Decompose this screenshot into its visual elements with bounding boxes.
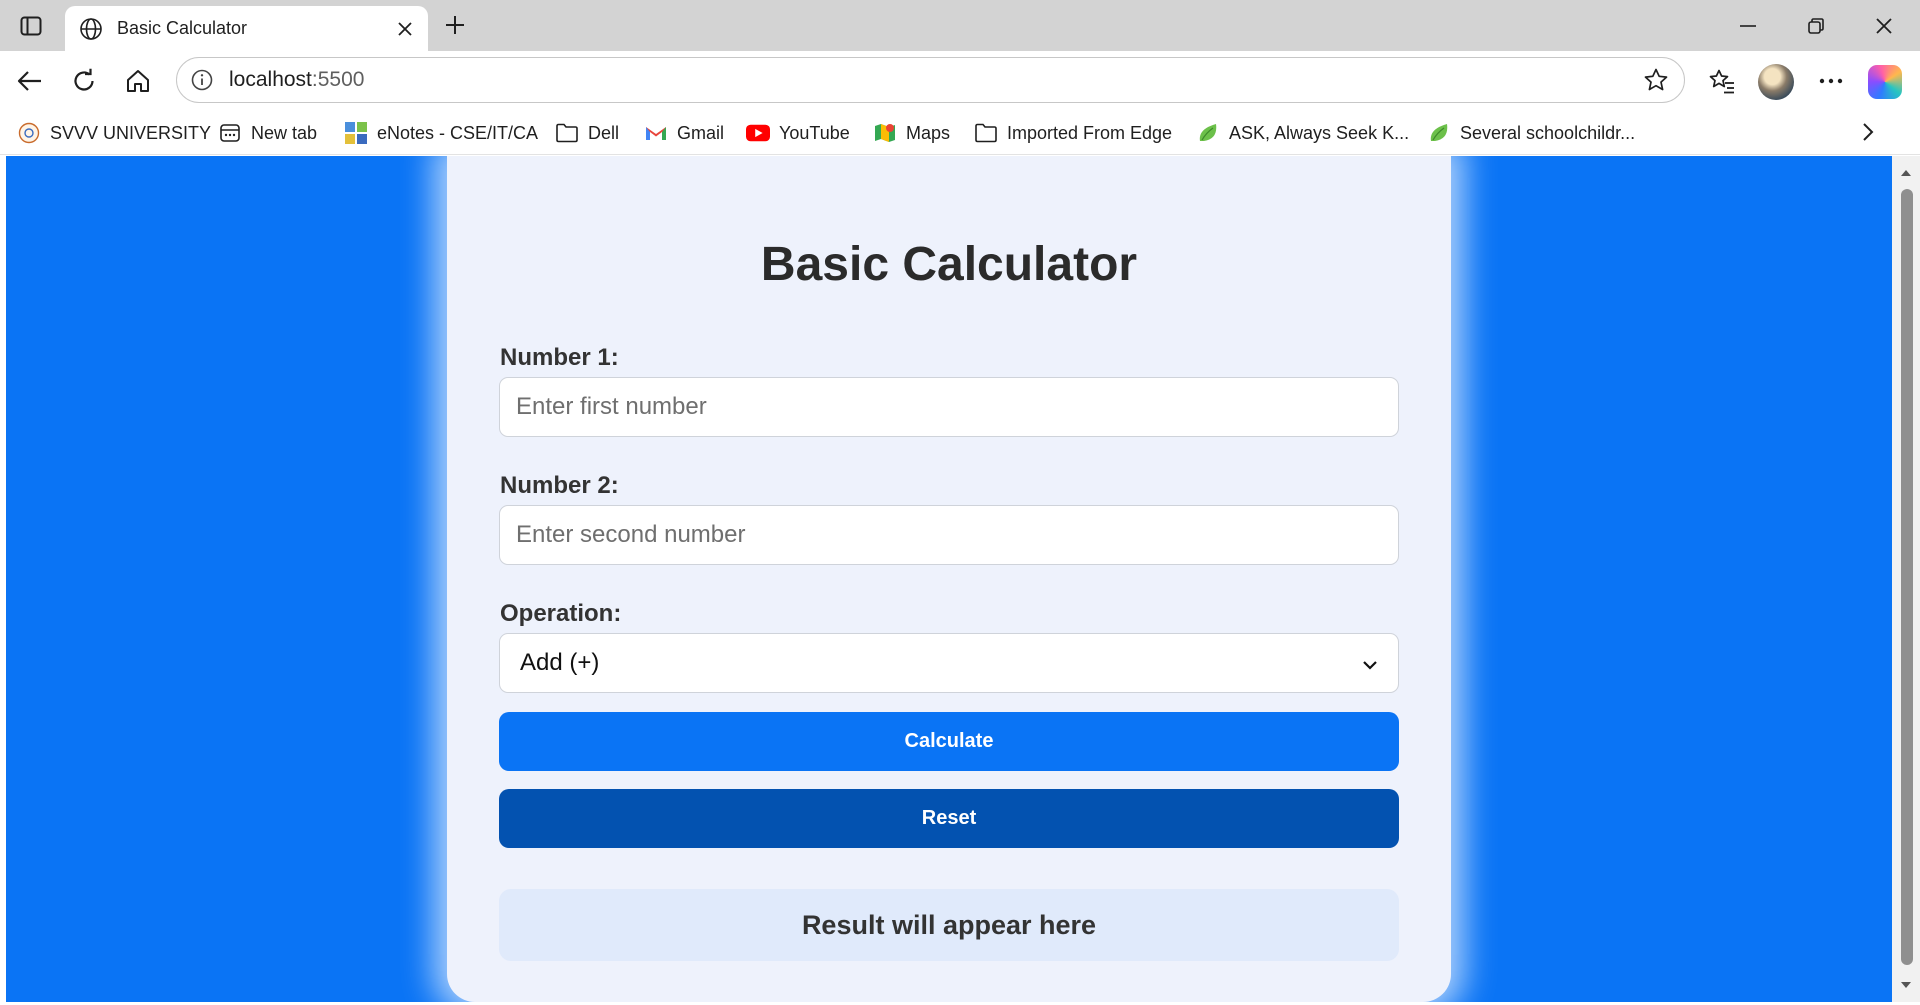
leaf-icon [1196,121,1220,145]
operation-selected-value: Add (+) [520,649,600,676]
bookmark-several-schoolchildren[interactable]: Several schoolchildr... [1427,118,1635,148]
result-box: Result will appear here [499,889,1399,961]
bookmark-imported-from-edge[interactable]: Imported From Edge [974,118,1172,148]
enotes-icon [344,121,368,145]
folder-icon [974,121,998,145]
number2-input[interactable] [499,505,1399,565]
calculator-card: Basic Calculator Number 1: Number 2: Ope… [447,156,1451,1002]
gmail-icon [644,121,668,145]
number1-label: Number 1: [500,344,619,371]
url-text[interactable]: localhost:5500 [229,68,1636,92]
page-viewport: Basic Calculator Number 1: Number 2: Ope… [6,156,1892,1002]
bookmark-enotes[interactable]: eNotes - CSE/IT/CA [344,118,538,148]
bookmark-label: New tab [251,122,318,143]
home-icon[interactable] [118,61,158,101]
minimize-icon[interactable] [1714,0,1782,51]
info-icon[interactable] [187,65,217,95]
operation-select[interactable]: Add (+) [499,633,1399,693]
new-tab-icon [218,121,242,145]
back-arrow-icon[interactable] [10,61,50,101]
bookmark-gmail[interactable]: Gmail [644,118,724,148]
reload-icon[interactable] [64,61,104,101]
restore-icon[interactable] [1782,0,1850,51]
favorites-icon[interactable] [1702,61,1742,101]
tab-title: Basic Calculator [117,18,248,38]
more-icon[interactable] [1811,61,1851,101]
calculate-button[interactable]: Calculate [499,712,1399,771]
chevron-down-icon [1362,649,1378,677]
scroll-up-icon[interactable] [1899,166,1913,180]
bookmark-label: eNotes - CSE/IT/CA [377,122,539,143]
page-title: Basic Calculator [760,238,1138,291]
number1-input[interactable] [499,377,1399,437]
tab-actions-icon[interactable] [14,11,48,41]
page-scrollbar[interactable] [1892,156,1920,1002]
bookmark-label: SVVV UNIVERSITY [50,122,212,143]
maps-icon [873,121,897,145]
bookmark-label: Imported From Edge [1007,122,1173,143]
avatar[interactable] [1758,64,1794,100]
folder-icon [555,121,579,145]
reset-button[interactable]: Reset [499,789,1399,848]
youtube-icon [746,121,770,145]
bookmarks-bar: SVVV UNIVERSITY New tab eNotes - CSE/IT/… [0,110,1920,155]
bookmark-label: ASK, Always Seek K... [1229,122,1410,143]
operation-label: Operation: [500,600,622,627]
bookmark-svvv-university[interactable]: SVVV UNIVERSITY [17,118,211,148]
browser-toolbar: localhost:5500 [0,51,1920,110]
bookmark-label: Several schoolchildr... [1460,122,1636,143]
browser-tab[interactable]: Basic Calculator [65,6,428,51]
chevron-right-icon[interactable] [1853,116,1883,148]
bookmark-maps[interactable]: Maps [873,118,950,148]
plus-icon[interactable] [438,8,472,42]
window-close-icon[interactable] [1850,0,1918,51]
url-host: localhost [229,68,312,91]
url-port: :5500 [311,68,365,91]
university-logo-icon [17,121,41,145]
bookmark-label: Maps [906,122,951,143]
bookmark-youtube[interactable]: YouTube [746,118,850,148]
bookmark-dell[interactable]: Dell [555,118,619,148]
tab-strip: Basic Calculator [0,0,1920,51]
bookmark-label: YouTube [779,122,850,143]
close-icon[interactable] [390,14,420,44]
globe-icon [77,15,105,43]
bookmark-label: Gmail [677,122,725,143]
scrollbar-thumb[interactable] [1901,189,1913,965]
bookmark-label: Dell [588,122,620,143]
address-bar[interactable]: localhost:5500 [176,57,1685,103]
copilot-icon[interactable] [1868,65,1902,99]
leaf-icon [1427,121,1451,145]
number2-label: Number 2: [500,472,619,499]
scroll-down-icon[interactable] [1899,978,1913,992]
bookmark-new-tab[interactable]: New tab [218,118,317,148]
bookmark-ask-always-seek[interactable]: ASK, Always Seek K... [1196,118,1409,148]
star-icon[interactable] [1636,60,1676,100]
